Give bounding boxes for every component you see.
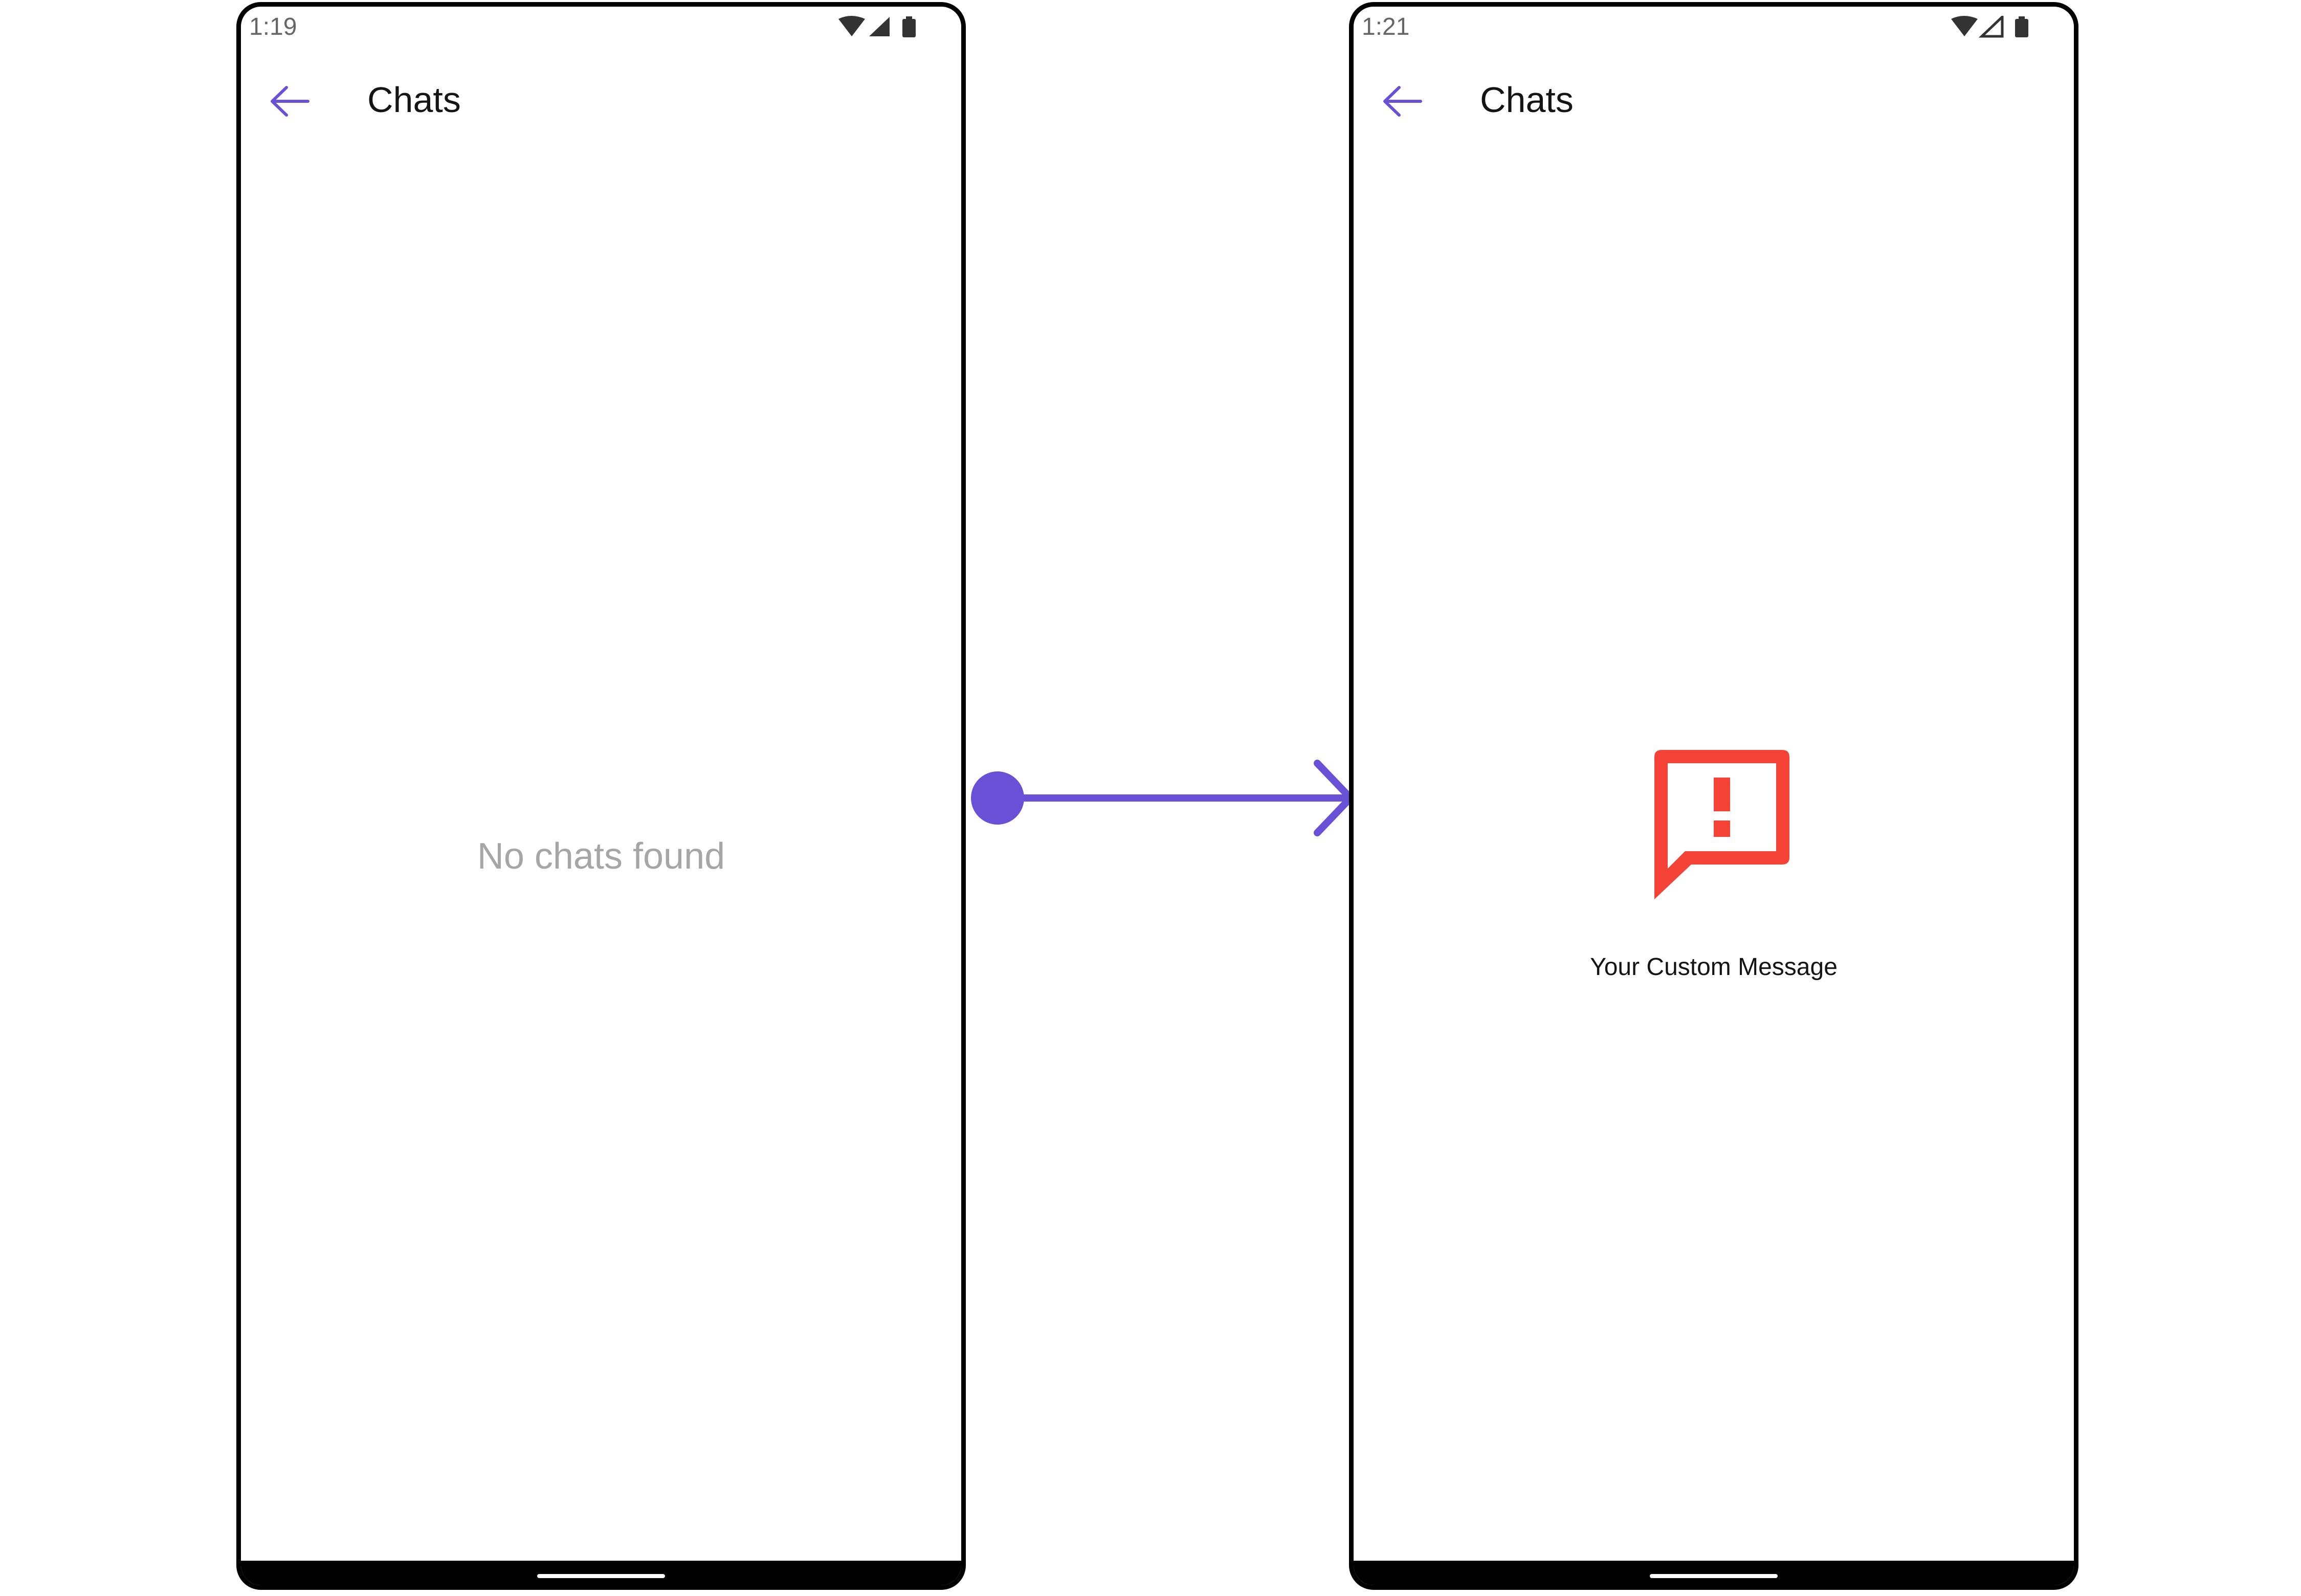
navigation-bar: [241, 1561, 961, 1585]
page-title: Chats: [367, 80, 461, 120]
status-icons: [1951, 16, 2033, 38]
back-arrow-icon[interactable]: [269, 83, 310, 119]
wifi-icon: [1951, 16, 1978, 36]
app-bar: Chats: [241, 68, 961, 135]
home-gesture-handle[interactable]: [1650, 1574, 1778, 1578]
status-time: 1:21: [1362, 13, 1410, 40]
cell-signal-outline-icon: [1978, 16, 2004, 38]
battery-icon: [902, 19, 916, 37]
transition-arrow-icon: [971, 760, 1354, 836]
arrow-origin-dot: [971, 771, 1024, 825]
page-title: Chats: [1480, 80, 1574, 120]
empty-state-message: No chats found: [477, 836, 725, 877]
status-icons: [838, 16, 920, 38]
wifi-icon: [838, 16, 865, 36]
home-gesture-handle[interactable]: [537, 1574, 665, 1578]
custom-error-message: Your Custom Message: [1590, 954, 1838, 981]
cell-signal-icon: [869, 17, 890, 36]
navigation-bar: [1354, 1561, 2074, 1585]
phone-frame-after: 1:21 Chats Your Custom Message: [1349, 2, 2078, 1590]
battery-icon: [2015, 19, 2028, 37]
back-arrow-icon[interactable]: [1382, 83, 1423, 119]
status-bar: 1:19: [241, 7, 961, 48]
app-bar: Chats: [1354, 68, 2074, 135]
status-time: 1:19: [249, 13, 297, 40]
error-message-icon: [1654, 750, 1789, 899]
phone-frame-before: 1:19 Chats No chats found: [236, 2, 966, 1590]
status-bar: 1:21: [1354, 7, 2074, 48]
